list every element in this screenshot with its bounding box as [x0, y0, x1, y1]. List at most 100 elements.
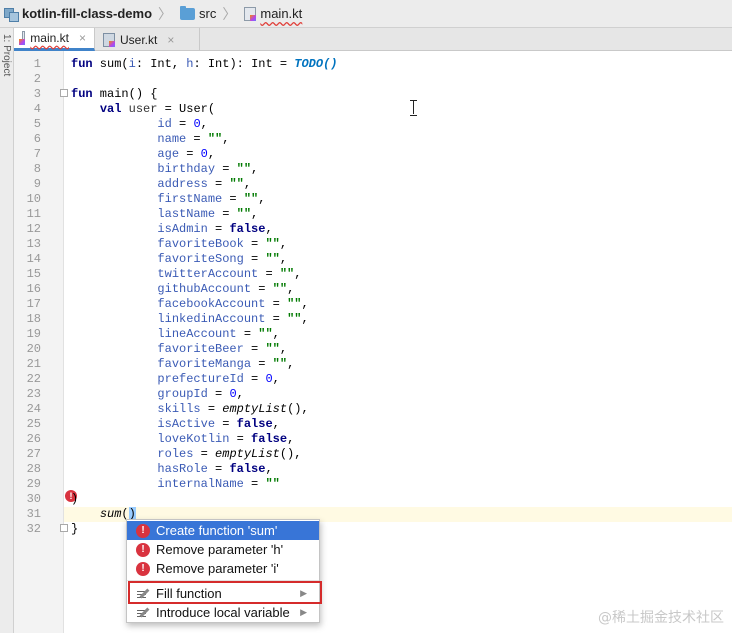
popup-item-label: Remove parameter 'h' — [156, 542, 284, 557]
named-argument: lineAccount — [157, 327, 237, 341]
code-line-18: linkedinAccount = "", — [157, 312, 309, 326]
close-icon[interactable]: × — [79, 31, 86, 45]
popup-item-label: Introduce local variable — [156, 605, 290, 620]
named-argument: favoriteBeer — [157, 342, 244, 356]
line-number: 23 — [26, 387, 41, 401]
popup-item-introduce-local-variable[interactable]: Introduce local variable ▶ — [127, 603, 319, 622]
code-text: } — [71, 522, 79, 536]
code-line-32: } — [71, 522, 78, 537]
code-line-9: address = "", — [157, 177, 252, 191]
breadcrumb-file-label: main.kt — [260, 6, 303, 21]
named-argument: prefectureId — [157, 372, 244, 386]
line-number: 5 — [33, 117, 41, 131]
popup-item-remove-parameter-i[interactable]: ! Remove parameter 'i' — [127, 559, 319, 578]
code-text: : Int): Int = — [193, 57, 295, 71]
punctuation: , — [236, 387, 244, 401]
code-line-10: firstName = "", — [157, 192, 266, 206]
code-line-7: age = 0, — [157, 147, 216, 161]
line-number: 4 — [33, 102, 41, 116]
code-line-4: val user = User( — [71, 102, 215, 117]
local-variable: user — [128, 102, 158, 116]
argument-value: false — [229, 462, 266, 476]
code-line-6: name = "", — [157, 132, 230, 146]
argument-value: "" — [279, 267, 295, 281]
code-line-22: prefectureId = 0, — [157, 372, 280, 386]
code-text: main() { — [92, 87, 158, 101]
argument-value: "" — [287, 297, 302, 311]
argument-value: "" — [265, 237, 280, 251]
submenu-arrow-icon[interactable]: ▶ — [300, 607, 307, 618]
named-argument: address — [157, 177, 208, 191]
code-text: sum( — [92, 57, 129, 71]
breadcrumb: kotlin-fill-class-demo 〉 src 〉 main.kt — [0, 0, 732, 28]
code-line-11: lastName = "", — [157, 207, 259, 221]
line-number: 13 — [26, 237, 41, 251]
argument-value: "" — [258, 327, 273, 341]
code-line-15: twitterAccount = "", — [157, 267, 302, 281]
line-number: 3 — [33, 87, 41, 101]
popup-item-label: Remove parameter 'i' — [156, 561, 279, 576]
punctuation: , — [301, 312, 309, 326]
popup-item-create-function[interactable]: ! Create function 'sum' — [127, 521, 319, 540]
breadcrumb-folder[interactable]: src — [176, 0, 218, 28]
named-argument: hasRole — [157, 462, 208, 476]
argument-value: false — [236, 417, 273, 431]
kotlin-file-icon — [19, 31, 26, 45]
argument-value: "" — [265, 342, 280, 356]
line-number: 28 — [26, 462, 41, 476]
tab-label: User.kt — [120, 32, 158, 47]
error-icon: ! — [136, 561, 150, 576]
code-line-16: githubAccount = "", — [157, 282, 295, 296]
named-argument: skills — [157, 402, 201, 416]
punctuation: , — [251, 162, 259, 176]
punctuation: , — [243, 177, 252, 191]
punctuation: (), — [279, 447, 302, 461]
code-line-30: ) — [71, 492, 78, 507]
code-line-20: favoriteBeer = "", — [157, 342, 288, 356]
close-icon[interactable]: × — [167, 33, 174, 47]
code-line-25: isActive = false, — [157, 417, 280, 431]
editor-tabs: main.kt × User.kt × — [14, 28, 732, 51]
argument-value: 0 — [265, 372, 273, 386]
punctuation: , — [287, 357, 295, 371]
intention-actions-popup: ! Create function 'sum' ! Remove paramet… — [126, 519, 320, 623]
code-line-26: loveKotlin = false, — [157, 432, 295, 446]
breadcrumb-file[interactable]: main.kt — [240, 0, 304, 28]
punctuation: , — [287, 282, 295, 296]
named-argument: id — [157, 117, 172, 131]
named-argument: isActive — [157, 417, 216, 431]
line-number: 19 — [26, 327, 41, 341]
breadcrumb-separator: 〉 — [222, 5, 237, 22]
argument-value: emptyList — [222, 402, 288, 416]
line-number: 14 — [26, 252, 41, 266]
breadcrumb-separator: 〉 — [158, 5, 173, 22]
line-number: 31 — [26, 507, 41, 521]
punctuation: , — [287, 432, 295, 446]
line-number-gutter[interactable]: 1 2 3 4 5 6 7 8 9 10 11 12 13 14 15 16 17 18 19 20 21 22 23 24 2… — [14, 51, 64, 633]
named-argument: favoriteManga — [157, 357, 252, 371]
tab-user-kt[interactable]: User.kt × — [95, 28, 200, 51]
line-number: 16 — [26, 282, 41, 296]
argument-value: false — [229, 222, 266, 236]
punctuation: , — [279, 252, 288, 266]
code-line-24: skills = emptyList(), — [157, 402, 309, 416]
tab-main-kt[interactable]: main.kt × — [14, 28, 95, 51]
argument-value: "" — [265, 477, 280, 491]
named-argument: birthday — [157, 162, 216, 176]
named-argument: favoriteBook — [157, 237, 244, 251]
line-number: 10 — [26, 192, 41, 206]
punctuation: , — [200, 117, 208, 131]
named-argument: twitterAccount — [157, 267, 259, 281]
code-line-23: groupId = 0, — [157, 387, 244, 401]
line-number: 15 — [26, 267, 41, 281]
breadcrumb-project[interactable]: kotlin-fill-class-demo — [0, 0, 154, 28]
todo-call: TODO() — [294, 57, 338, 71]
argument-value: 0 — [193, 117, 201, 131]
line-number: 2 — [33, 72, 41, 86]
punctuation: , — [258, 192, 266, 206]
code-line-8: birthday = "", — [157, 162, 259, 176]
named-argument: name — [157, 132, 187, 146]
popup-item-remove-parameter-h[interactable]: ! Remove parameter 'h' — [127, 540, 319, 559]
line-number: 26 — [26, 432, 41, 446]
line-number: 24 — [26, 402, 41, 416]
